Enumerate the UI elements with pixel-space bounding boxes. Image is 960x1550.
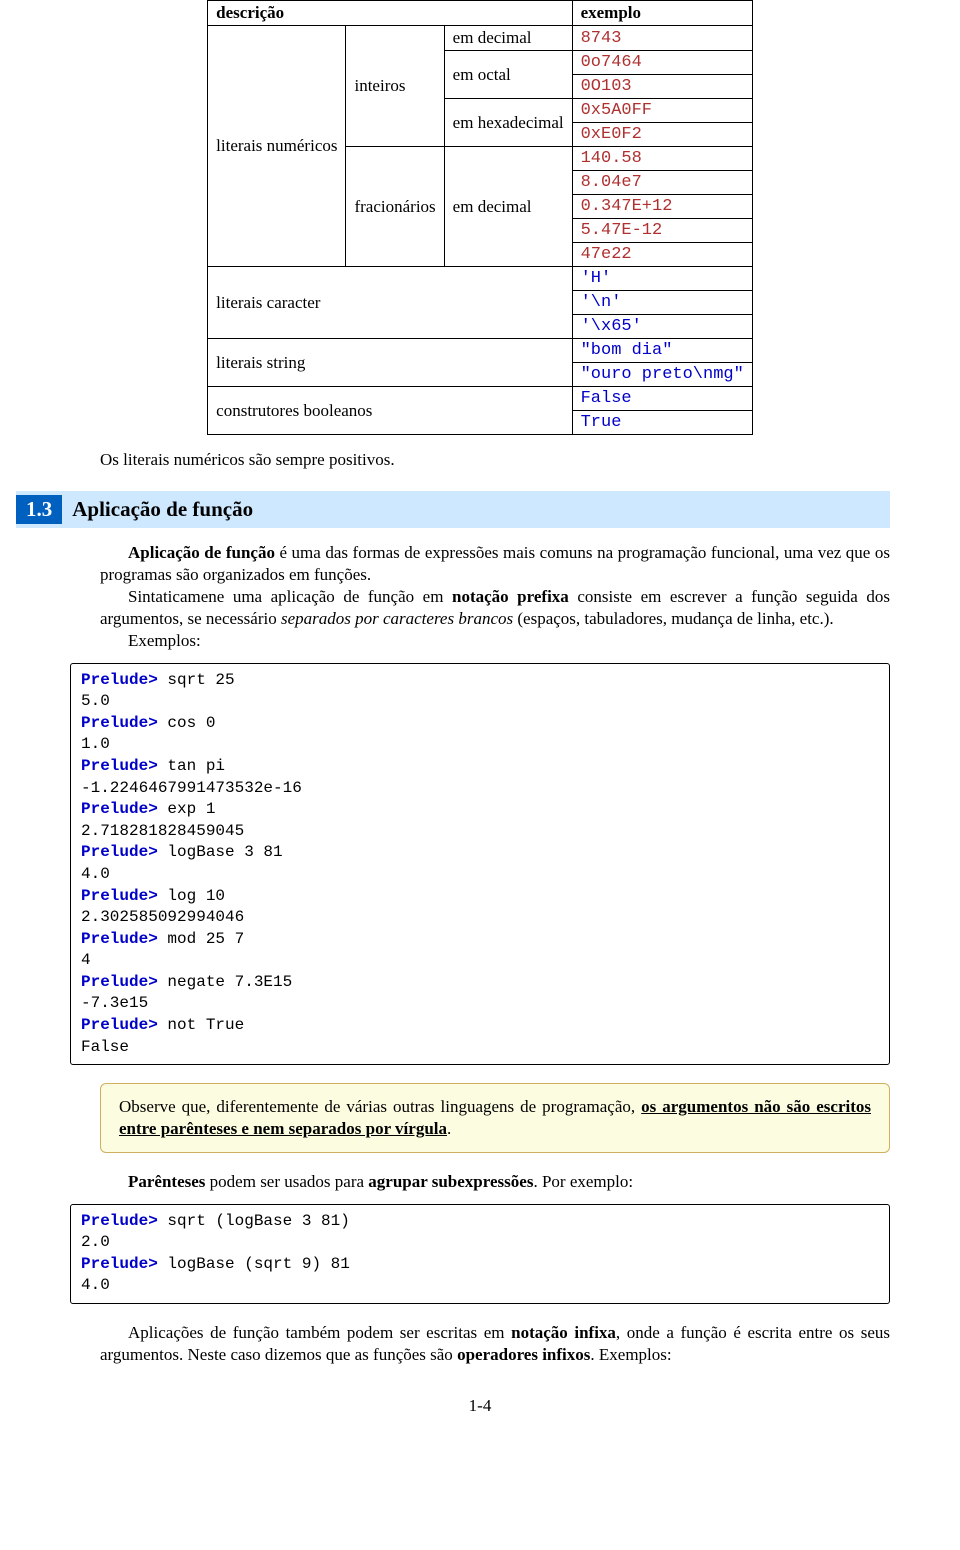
paragraph-5: Aplicações de função também podem ser es… (100, 1322, 890, 1366)
ex-oct1: 0o7464 (572, 51, 752, 75)
prompt: Prelude> (81, 671, 158, 689)
ex-c3: '\x65' (572, 315, 752, 339)
cell-str: literais string (208, 339, 572, 387)
prompt: Prelude> (81, 714, 158, 732)
paragraph-1: Aplicação de função é uma das formas de … (100, 542, 890, 586)
code-out: 1.0 (81, 735, 110, 753)
p4-a: Parênteses (128, 1172, 205, 1191)
code-in: sqrt (logBase 3 81) (158, 1212, 350, 1230)
cell-oct: em octal (444, 51, 572, 99)
th-desc: descrição (208, 1, 572, 26)
p2-a: Sintaticamene uma aplicação de função em (128, 587, 452, 606)
code-out: 2.302585092994046 (81, 908, 244, 926)
p2-b: notação prefixa (452, 587, 569, 606)
th-example: exemplo (572, 1, 752, 26)
ex-hex1: 0x5A0FF (572, 99, 752, 123)
paragraph-4: Parênteses podem ser usados para agrupar… (100, 1171, 890, 1193)
prompt: Prelude> (81, 843, 158, 861)
ex-hex2: 0xE0F2 (572, 123, 752, 147)
note-c: . (447, 1119, 451, 1138)
p4-b: podem ser usados para (205, 1172, 368, 1191)
ex-dec: 8743 (572, 26, 752, 51)
literals-table: descrição exemplo literais numéricos int… (207, 0, 753, 435)
cell-dec2: em decimal (444, 147, 572, 267)
code-out: 2.0 (81, 1233, 110, 1251)
cell-hex: em hexadecimal (444, 99, 572, 147)
code-in: tan pi (158, 757, 225, 775)
code-out: 4.0 (81, 865, 110, 883)
code-out: 4 (81, 951, 91, 969)
code-in: logBase (sqrt 9) 81 (158, 1255, 350, 1273)
prompt: Prelude> (81, 1016, 158, 1034)
p5-a: Aplicações de função também podem ser es… (128, 1323, 511, 1342)
ex-s2: "ouro preto\nmg" (572, 363, 752, 387)
ex-f5: 47e22 (572, 243, 752, 267)
code-out: False (81, 1038, 129, 1056)
cell-bool: construtores booleanos (208, 387, 572, 435)
code-in: negate 7.3E15 (158, 973, 292, 991)
p2-e: (espaços, tabuladores, mudança de linha,… (513, 609, 834, 628)
cell-frac: fracionários (346, 147, 444, 267)
p1-bold: Aplicação de função (128, 543, 275, 562)
section-title: Aplicação de função (62, 495, 263, 524)
ex-f2: 8.04e7 (572, 171, 752, 195)
p4-c: agrupar subexpressões (368, 1172, 533, 1191)
code-out: 4.0 (81, 1276, 110, 1294)
ex-c2: '\n' (572, 291, 752, 315)
p2-d: separados por caracteres brancos (281, 609, 513, 628)
prompt: Prelude> (81, 1212, 158, 1230)
code-example-1: Prelude> sqrt 25 5.0 Prelude> cos 0 1.0 … (70, 663, 890, 1066)
paragraph-2: Sintaticamene uma aplicação de função em… (100, 586, 890, 630)
p5-e: . Exemplos: (590, 1345, 671, 1364)
code-example-2: Prelude> sqrt (logBase 3 81) 2.0 Prelude… (70, 1204, 890, 1304)
prompt: Prelude> (81, 930, 158, 948)
code-in: mod 25 7 (158, 930, 244, 948)
code-in: cos 0 (158, 714, 216, 732)
p4-d: . Por exemplo: (533, 1172, 633, 1191)
cell-char: literais caracter (208, 267, 572, 339)
cell-numeric: literais numéricos (208, 26, 346, 267)
p5-b: notação infixa (511, 1323, 616, 1342)
paragraph-3: Exemplos: (100, 630, 890, 652)
note-a: Observe que, diferentemente de várias ou… (119, 1097, 641, 1116)
section-heading: 1.3 Aplicação de função (16, 491, 890, 528)
section-number: 1.3 (16, 495, 62, 524)
code-in: not True (158, 1016, 244, 1034)
ex-oct2: 0O103 (572, 75, 752, 99)
ex-f4: 5.47E-12 (572, 219, 752, 243)
prompt: Prelude> (81, 757, 158, 775)
ex-b1: False (572, 387, 752, 411)
note-box: Observe que, diferentemente de várias ou… (100, 1083, 890, 1153)
ex-b2: True (572, 411, 752, 435)
code-in: log 10 (158, 887, 225, 905)
ex-f1: 140.58 (572, 147, 752, 171)
cell-int: inteiros (346, 26, 444, 147)
code-out: -7.3e15 (81, 994, 148, 1012)
p5-d: operadores infixos (457, 1345, 590, 1364)
code-in: logBase 3 81 (158, 843, 283, 861)
page-number: 1-4 (70, 1396, 890, 1416)
ex-s1: "bom dia" (572, 339, 752, 363)
code-out: 5.0 (81, 692, 110, 710)
ex-c1: 'H' (572, 267, 752, 291)
code-in: exp 1 (158, 800, 216, 818)
prompt: Prelude> (81, 800, 158, 818)
cell-dec: em decimal (444, 26, 572, 51)
prompt: Prelude> (81, 887, 158, 905)
code-in: sqrt 25 (158, 671, 235, 689)
prompt: Prelude> (81, 973, 158, 991)
code-out: 2.718281828459045 (81, 822, 244, 840)
after-table-text: Os literais numéricos são sempre positiv… (100, 449, 890, 471)
code-out: -1.2246467991473532e-16 (81, 779, 302, 797)
ex-f3: 0.347E+12 (572, 195, 752, 219)
prompt: Prelude> (81, 1255, 158, 1273)
